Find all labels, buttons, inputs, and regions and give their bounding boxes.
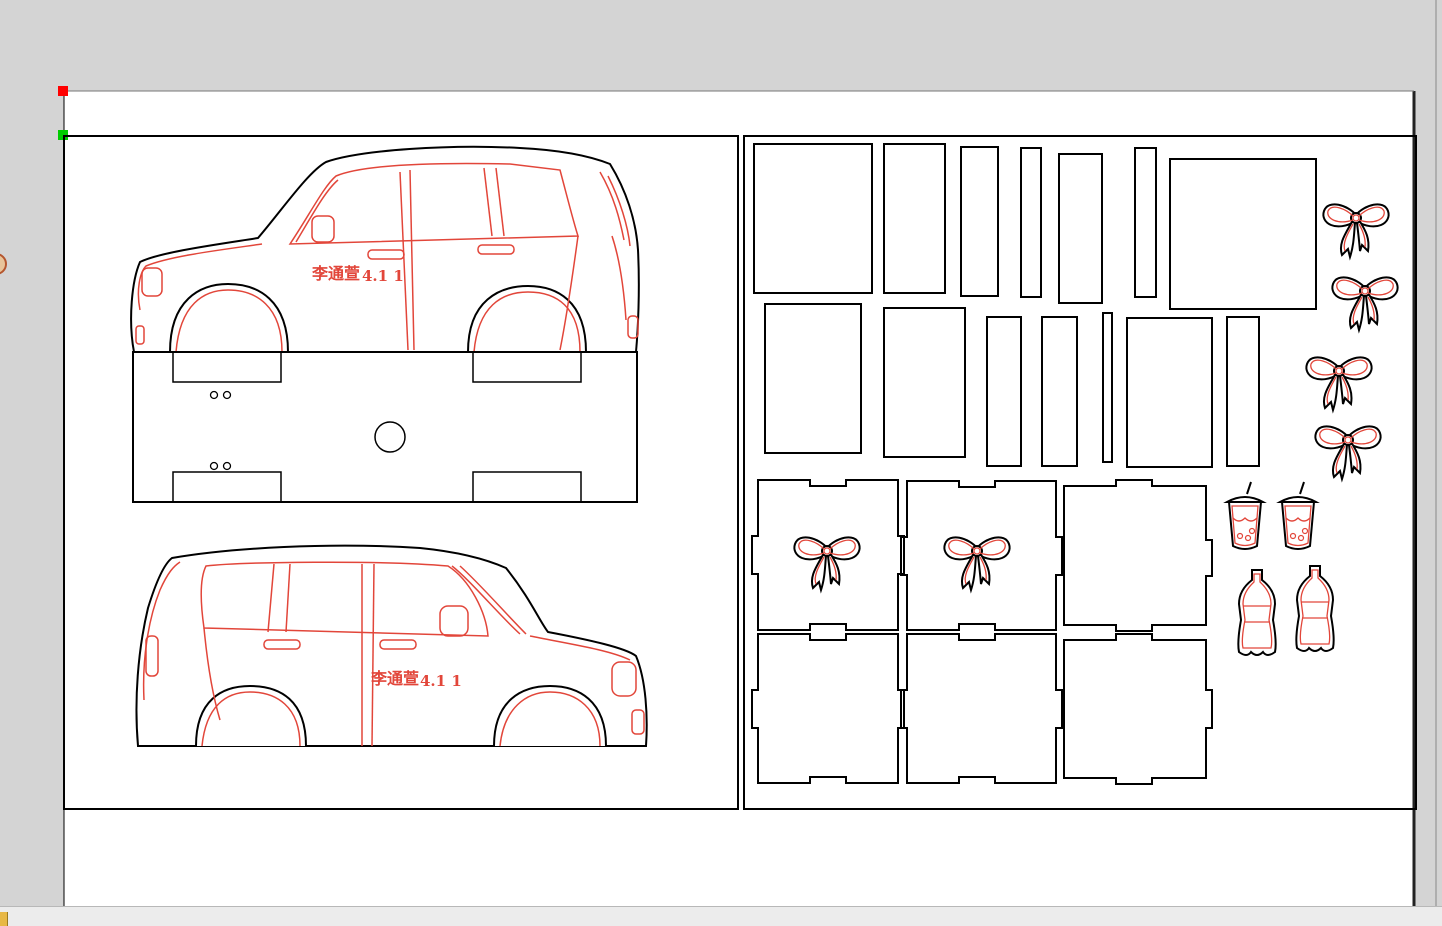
origin-handle[interactable] <box>58 86 68 96</box>
car-top-label-name: 李通萱 <box>311 264 360 283</box>
offcanvas-object[interactable] <box>0 253 7 275</box>
design-workspace[interactable]: 李通萱 4.1 1 李通萱 4.1 1 <box>0 0 1442 906</box>
design-canvas[interactable]: 李通萱 4.1 1 李通萱 4.1 1 <box>0 0 1442 906</box>
car-bottom-label-name: 李通萱 <box>370 669 419 688</box>
car-top-label-number: 4.1 1 <box>362 267 404 285</box>
car-bottom-label-number: 4.1 1 <box>420 672 462 690</box>
status-indicator-icon <box>0 912 8 926</box>
status-bar <box>0 906 1442 926</box>
